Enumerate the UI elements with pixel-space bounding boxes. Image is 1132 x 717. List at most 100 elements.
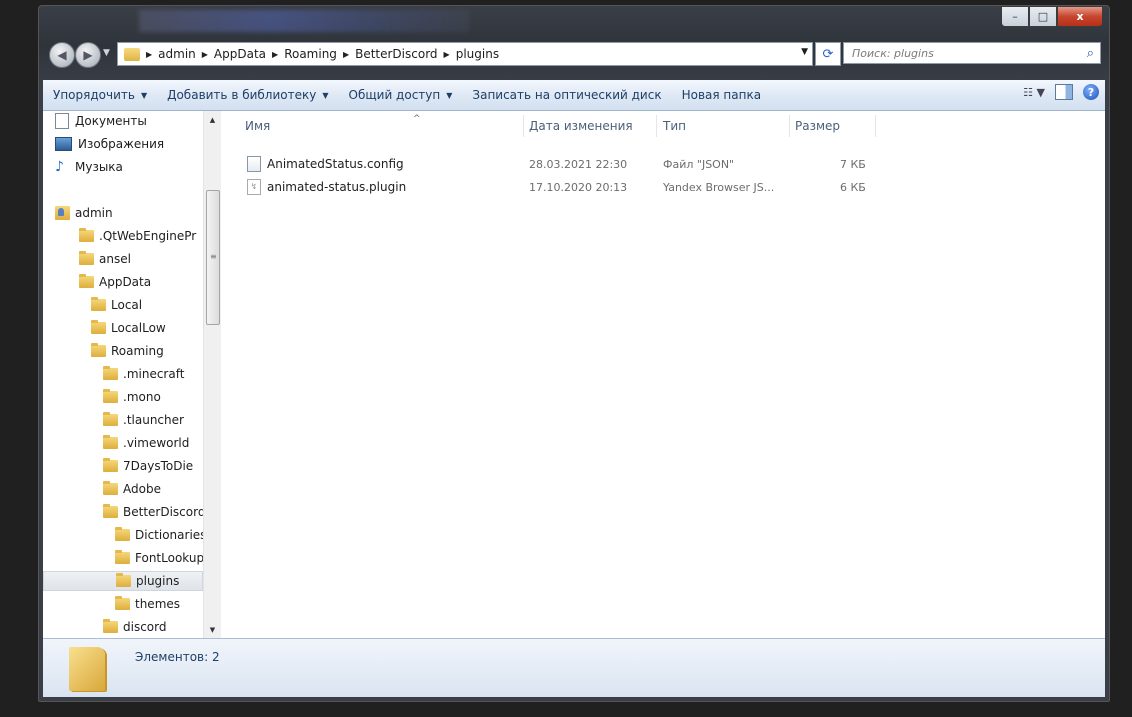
breadcrumb-item[interactable]: admin — [158, 47, 196, 61]
nav-item[interactable]: .vimeworld — [43, 433, 189, 453]
navigation-scrollbar[interactable]: ▲ ≡ ▼ — [203, 111, 221, 638]
breadcrumb: ▶ admin ▶ AppData ▶ Roaming ▶ BetterDiscord ▶ plu… — [140, 47, 499, 61]
preview-pane-icon[interactable] — [1055, 84, 1073, 100]
nav-item[interactable]: Dictionaries — [43, 525, 206, 545]
folder-icon — [115, 550, 130, 564]
address-dropdown[interactable]: ▼ — [801, 47, 808, 57]
script-file-icon: ↯ — [247, 179, 261, 195]
close-button[interactable]: x — [1057, 6, 1103, 27]
images-icon — [55, 137, 72, 151]
recent-pages-dropdown[interactable]: ▼ — [103, 48, 110, 58]
nav-item[interactable]: themes — [43, 594, 180, 614]
share-button[interactable]: Общий доступ ▼ — [339, 80, 463, 110]
column-date[interactable]: Дата изменения — [529, 119, 633, 133]
help-icon[interactable]: ? — [1083, 84, 1099, 100]
folder-icon — [124, 47, 140, 61]
nav-item[interactable]: 7DaysToDie — [43, 456, 193, 476]
nav-item-label: LocalLow — [111, 321, 166, 335]
breadcrumb-item[interactable]: Roaming — [284, 47, 337, 61]
nav-item-label: BetterDiscord — [123, 505, 206, 519]
column-divider[interactable] — [656, 115, 657, 137]
navigation-pane: discord themes plugins FontLookup Dictionari… — [43, 111, 221, 638]
file-row[interactable]: AnimatedStatus.config 28.03.2021 22:30 Ф… — [223, 154, 923, 174]
column-name[interactable]: Имя — [245, 119, 270, 133]
column-size[interactable]: Размер — [795, 119, 840, 133]
nav-item[interactable]: .tlauncher — [43, 410, 184, 430]
column-divider[interactable] — [523, 115, 524, 137]
window-title — [139, 10, 469, 32]
address-bar[interactable]: ▶ admin ▶ AppData ▶ Roaming ▶ BetterDiscord ▶ plu… — [117, 42, 813, 66]
grip-icon: ≡ — [210, 252, 217, 261]
nav-item-label: 7DaysToDie — [123, 459, 194, 473]
scroll-up-icon[interactable]: ▲ — [204, 111, 221, 128]
refresh-icon: ⟳ — [822, 46, 834, 62]
add-to-library-label: Добавить в библиотеку — [167, 88, 317, 102]
nav-item[interactable]: admin — [43, 203, 113, 223]
column-divider[interactable] — [789, 115, 790, 137]
folder-icon — [116, 573, 131, 587]
breadcrumb-item[interactable]: plugins — [456, 47, 499, 61]
forward-button[interactable]: ▶ — [75, 42, 101, 68]
search-icon[interactable]: ⌕ — [1087, 46, 1094, 61]
minimize-button[interactable]: – — [1001, 6, 1029, 27]
breadcrumb-separator-icon[interactable]: ▶ — [202, 50, 208, 59]
nav-item-label: .tlauncher — [123, 413, 184, 427]
add-to-library-button[interactable]: Добавить в библиотеку ▼ — [157, 80, 338, 110]
refresh-button[interactable]: ⟳ — [815, 42, 841, 66]
nav-item[interactable]: FontLookup — [43, 548, 204, 568]
toolbar-right: ☷ ▼ ? — [1023, 84, 1099, 100]
nav-item[interactable]: .QtWebEnginePr — [43, 226, 196, 246]
arrow-left-icon: ◀ — [57, 48, 67, 62]
nav-item[interactable]: BetterDiscord — [43, 502, 205, 522]
arrow-right-icon: ▶ — [83, 48, 93, 62]
chevron-down-icon: ▼ — [446, 90, 453, 100]
scroll-down-icon[interactable]: ▼ — [204, 621, 221, 638]
scrollbar-thumb[interactable]: ≡ — [206, 190, 220, 325]
nav-item-label: discord — [123, 620, 167, 634]
burn-button[interactable]: Записать на оптический диск — [462, 80, 671, 110]
nav-item[interactable]: discord — [43, 617, 166, 637]
organize-label: Упорядочить — [53, 88, 135, 102]
column-type[interactable]: Тип — [663, 119, 686, 133]
column-divider[interactable] — [875, 115, 876, 137]
content-area: discord themes plugins FontLookup Dictionari… — [43, 111, 1105, 638]
nav-item[interactable]: Изображения — [43, 134, 164, 154]
nav-item[interactable]: Adobe — [43, 479, 161, 499]
nav-item[interactable]: Local — [43, 295, 142, 315]
nav-item[interactable]: AppData — [43, 272, 151, 292]
user-folder-icon — [55, 206, 70, 220]
file-date: 17.10.2020 20:13 — [529, 181, 628, 194]
folder-icon — [103, 435, 118, 449]
breadcrumb-separator-icon[interactable]: ▶ — [343, 50, 349, 59]
file-size: 7 КБ — [840, 158, 866, 171]
breadcrumb-separator-icon[interactable]: ▶ — [146, 50, 152, 59]
organize-button[interactable]: Упорядочить ▼ — [43, 80, 157, 110]
nav-item[interactable]: Документы — [43, 111, 147, 131]
breadcrumb-separator-icon[interactable]: ▶ — [272, 50, 278, 59]
search-input[interactable] — [850, 45, 1054, 61]
nav-item-label: .minecraft — [123, 367, 185, 381]
nav-item-label: FontLookup — [135, 551, 205, 565]
back-button[interactable]: ◀ — [49, 42, 75, 68]
nav-item[interactable]: plugins — [43, 571, 203, 591]
nav-item[interactable]: .minecraft — [43, 364, 184, 384]
file-type: Yandex Browser JS... — [663, 181, 775, 194]
breadcrumb-separator-icon[interactable]: ▶ — [444, 50, 450, 59]
folder-icon — [115, 527, 130, 541]
file-row[interactable]: ↯ animated-status.plugin 17.10.2020 20:1… — [223, 177, 923, 197]
nav-item[interactable]: ♪ Музыка — [43, 157, 123, 177]
new-folder-button[interactable]: Новая папка — [672, 80, 771, 110]
nav-item[interactable]: Roaming — [43, 341, 164, 361]
search-box: ⌕ — [843, 42, 1101, 64]
nav-item[interactable]: .mono — [43, 387, 161, 407]
nav-item[interactable]: ansel — [43, 249, 131, 269]
folder-icon — [103, 481, 118, 495]
view-options-icon[interactable]: ☷ ▼ — [1023, 86, 1045, 99]
folder-icon — [91, 320, 106, 334]
breadcrumb-item[interactable]: AppData — [214, 47, 266, 61]
breadcrumb-item[interactable]: BetterDiscord — [355, 47, 437, 61]
share-label: Общий доступ — [348, 88, 441, 102]
nav-item[interactable]: LocalLow — [43, 318, 166, 338]
maximize-button[interactable]: □ — [1029, 6, 1057, 27]
folder-icon — [103, 412, 118, 426]
